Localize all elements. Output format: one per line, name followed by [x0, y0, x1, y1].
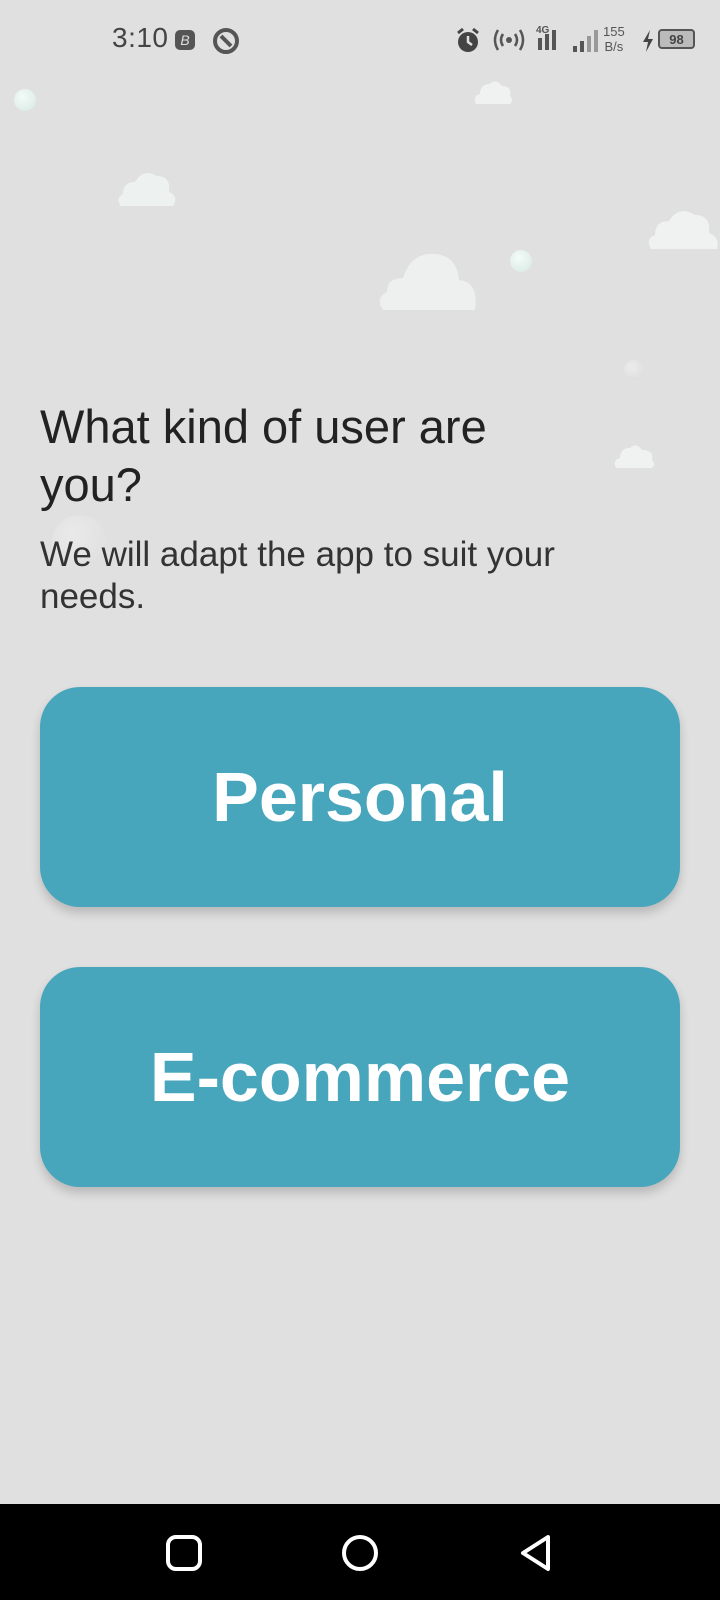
cloud-icon — [614, 445, 654, 468]
cloud-icon — [648, 211, 718, 249]
page-subtitle: We will adapt the app to suit your needs… — [40, 535, 555, 616]
network-speed-value: 155 — [603, 24, 625, 39]
signal-icon: 4G — [536, 25, 556, 50]
charging-icon — [643, 30, 653, 52]
status-bar: 3:10 B 4G 155 B/s 98 — [0, 0, 720, 80]
back-icon[interactable] — [515, 1532, 557, 1574]
svg-text:B: B — [180, 32, 189, 48]
bubble-decoration — [510, 250, 532, 272]
cloud-icon — [379, 253, 476, 310]
home-icon[interactable] — [339, 1532, 381, 1574]
battery-icon: 98 — [658, 29, 695, 49]
personal-button[interactable]: Personal — [40, 687, 680, 907]
recents-icon[interactable] — [163, 1532, 205, 1574]
page-title: What kind of user are you? — [40, 400, 487, 511]
bubble-decoration — [624, 360, 644, 380]
navigation-bar — [0, 1504, 720, 1600]
bubble-decoration — [14, 89, 36, 111]
signal-icon — [573, 30, 598, 52]
cloud-icon — [118, 173, 176, 206]
vpn-icon — [213, 28, 239, 54]
b-app-icon: B — [175, 30, 195, 50]
network-speed-unit: B/s — [604, 39, 624, 54]
cloud-icon — [474, 81, 512, 104]
status-time: 3:10 — [112, 22, 169, 53]
ecommerce-button[interactable]: E-commerce — [40, 967, 680, 1187]
battery-level: 98 — [669, 31, 684, 47]
network-speed: 155 B/s — [603, 24, 625, 54]
alarm-icon — [457, 27, 479, 52]
hotspot-icon — [493, 29, 525, 51]
